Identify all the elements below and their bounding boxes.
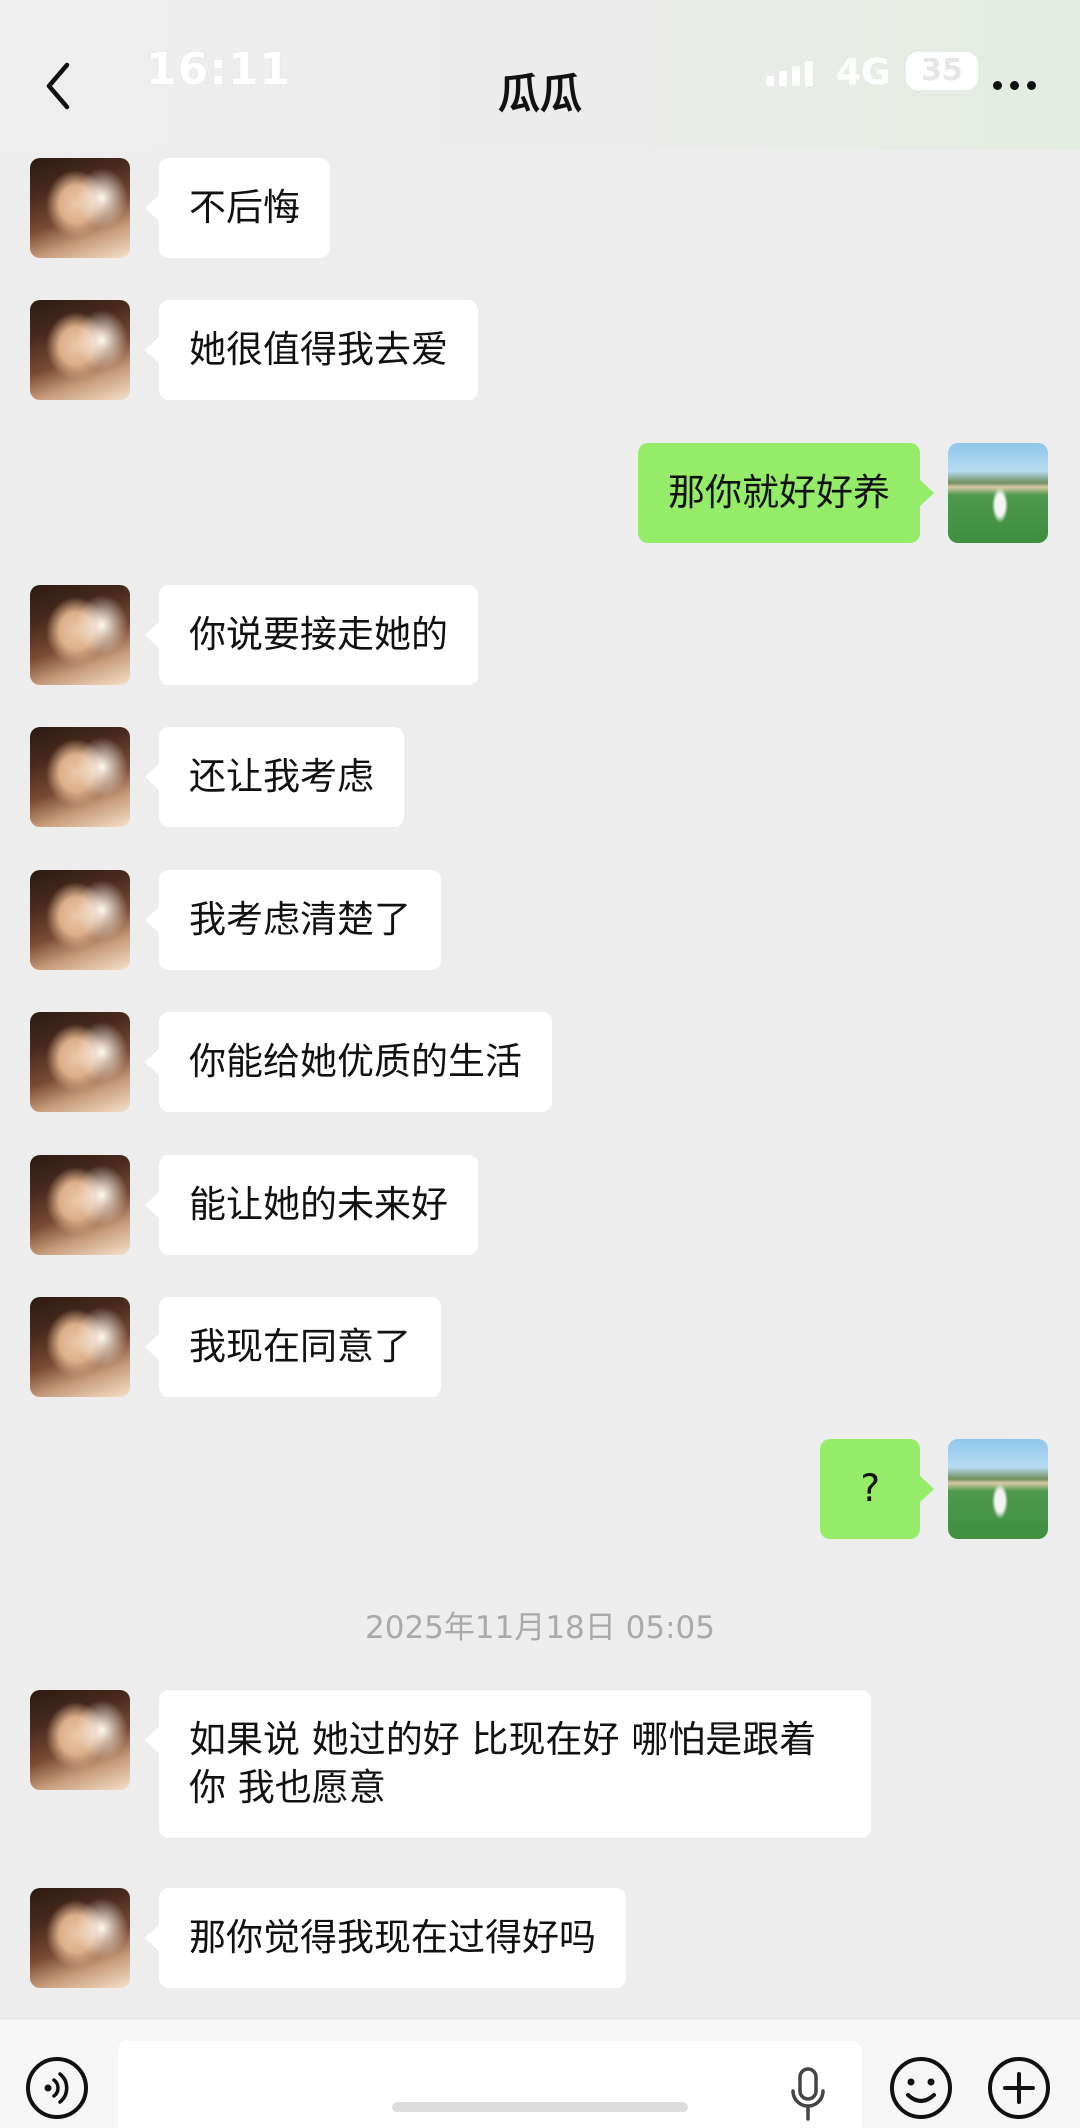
message-bubble-incoming[interactable]: 她很值得我去爱 (145, 300, 478, 400)
my-avatar[interactable] (948, 1439, 1048, 1539)
voice-mode-icon[interactable] (24, 2055, 90, 2121)
message-bubble-incoming[interactable]: 你说要接走她的 (145, 585, 478, 685)
battery-indicator: 35 (906, 52, 978, 90)
contact-avatar[interactable] (30, 1888, 130, 1988)
more-options-button[interactable] (986, 60, 1042, 110)
chat-timestamp: 2025年11月18日 05:05 (365, 1610, 715, 1646)
message-bubble-outgoing[interactable]: ? (820, 1439, 934, 1539)
contact-avatar[interactable] (30, 158, 130, 258)
signal-icon (766, 61, 813, 86)
message-bubble-incoming[interactable]: 如果说 她过的好 比现在好 哪怕是跟着你 我也愿意 (145, 1690, 871, 1838)
home-indicator[interactable] (392, 2102, 688, 2112)
message-bubble-incoming[interactable]: 能让她的未来好 (145, 1155, 478, 1255)
contact-avatar[interactable] (30, 870, 130, 970)
chat-screen: 16:11 瓜瓜 4G 35 不后悔 她很值得我去爱 那你就好好养 你说要接走她… (0, 0, 1080, 2128)
message-bubble-incoming[interactable]: 我考虑清楚了 (145, 870, 441, 970)
contact-avatar[interactable] (30, 1690, 130, 1790)
microphone-icon[interactable] (790, 2067, 826, 2123)
message-bubble-outgoing[interactable]: 那你就好好养 (638, 443, 934, 543)
message-bubble-incoming[interactable]: 你能给她优质的生活 (145, 1012, 552, 1112)
more-dots-icon (992, 80, 1002, 90)
contact-avatar[interactable] (30, 585, 130, 685)
message-bubble-incoming[interactable]: 那你觉得我现在过得好吗 (145, 1888, 626, 1988)
network-type: 4G (836, 52, 891, 93)
chat-header: 16:11 瓜瓜 4G 35 (0, 0, 1080, 150)
contact-avatar[interactable] (30, 1297, 130, 1397)
message-bubble-incoming[interactable]: 不后悔 (145, 158, 330, 258)
message-bubble-incoming[interactable]: 我现在同意了 (145, 1297, 441, 1397)
contact-avatar[interactable] (30, 727, 130, 827)
my-avatar[interactable] (948, 443, 1048, 543)
message-input[interactable] (118, 2041, 862, 2128)
emoji-icon[interactable] (888, 2055, 954, 2121)
message-bubble-incoming[interactable]: 还让我考虑 (145, 727, 404, 827)
contact-avatar[interactable] (30, 300, 130, 400)
contact-avatar[interactable] (30, 1012, 130, 1112)
contact-avatar[interactable] (30, 1155, 130, 1255)
plus-icon[interactable] (986, 2055, 1052, 2121)
